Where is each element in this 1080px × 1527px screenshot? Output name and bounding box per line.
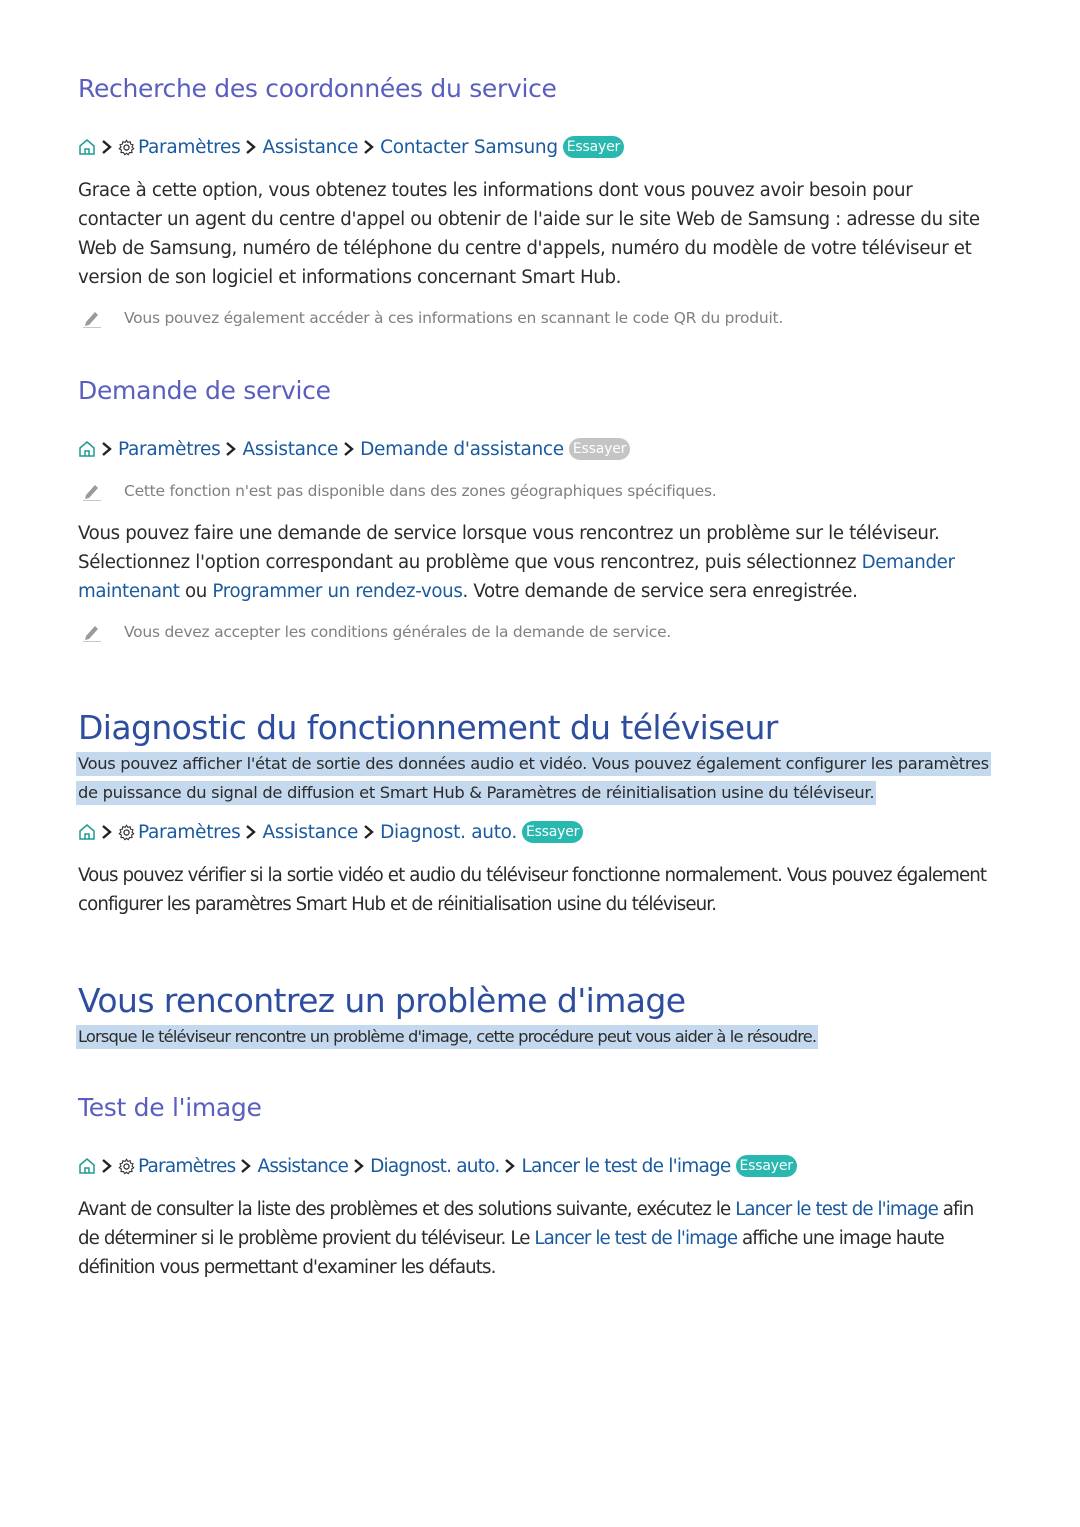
gear-icon [118,823,135,841]
body-text: Vous pouvez faire une demande de service… [78,523,940,573]
breadcrumb-item[interactable]: Paramètres [138,822,241,843]
picture-test-body: Avant de consulter la liste des problème… [78,1195,998,1282]
breadcrumb-item[interactable]: Paramètres [138,1156,236,1177]
breadcrumb-item[interactable]: Assistance [242,439,338,460]
home-icon[interactable] [78,1157,96,1175]
gear-icon [118,138,135,156]
breadcrumb-item[interactable]: Assistance [262,822,358,843]
chevron-right-icon [502,1158,518,1174]
pencil-icon [78,481,124,501]
contact-body: Grace à cette option, vous obtenez toute… [78,180,980,288]
try-button[interactable]: Essayer [735,1155,797,1177]
chevron-right-icon [99,139,115,155]
chevron-right-icon [243,824,259,840]
link-lancer-test-image[interactable]: Lancer le test de l'image [534,1228,738,1249]
highlight-picture-problem: Lorsque le téléviseur rencontre un probl… [76,1025,819,1054]
page-title-diagnostic: Diagnostic du fonctionnement du télévise… [78,708,778,747]
breadcrumb-service-request: Paramètres Assistance Demande d'assistan… [78,438,631,460]
breadcrumb-contact: Paramètres Assistance Contacter Samsung … [78,136,625,158]
highlight-line: Vous pouvez afficher l'état de sortie de… [76,752,991,776]
note-contact: Vous pouvez également accéder à ces info… [78,308,783,328]
link-programmer-rendez-vous[interactable]: Programmer un rendez-vous [212,581,462,602]
diagnostic-body: Vous pouvez vérifier si la sortie vidéo … [78,865,987,915]
breadcrumb-item[interactable]: Contacter Samsung [380,137,558,158]
body-text: Avant de consulter la liste des problème… [78,1199,736,1220]
gear-icon [118,1157,135,1175]
note-text: Vous pouvez également accéder à ces info… [124,309,784,327]
highlight-line: de puissance du signal de diffusion et S… [76,781,877,805]
pencil-icon [78,622,124,642]
section-heading-contact: Recherche des coordonnées du service [78,74,557,103]
chevron-right-icon [361,824,377,840]
chevron-right-icon [99,824,115,840]
page-title-picture-problem: Vous rencontrez un problème d'image [78,981,686,1020]
breadcrumb-item[interactable]: Diagnost. auto. [370,1156,500,1177]
try-button[interactable]: Essayer [562,136,625,158]
service-request-body: Vous pouvez faire une demande de service… [78,519,998,606]
try-button-disabled: Essayer [568,438,631,460]
section-heading-picture-test: Test de l'image [78,1093,262,1122]
breadcrumb-item[interactable]: Paramètres [118,439,221,460]
chevron-right-icon [341,441,357,457]
breadcrumb-diagnostic: Paramètres Assistance Diagnost. auto. Es… [78,821,584,843]
chevron-right-icon [223,441,239,457]
breadcrumb-item[interactable]: Assistance [257,1156,348,1177]
breadcrumb-item[interactable]: Diagnost. auto. [380,822,517,843]
body-text: ou [179,581,213,602]
section-heading-service-request: Demande de service [78,376,331,405]
body-text: . Votre demande de service sera enregist… [462,581,858,602]
note-text: Cette fonction n'est pas disponible dans… [124,482,717,500]
breadcrumb-item[interactable]: Lancer le test de l'image [521,1156,731,1177]
chevron-right-icon [361,139,377,155]
chevron-right-icon [238,1158,254,1174]
breadcrumb-item[interactable]: Paramètres [138,137,241,158]
try-button[interactable]: Essayer [521,821,584,843]
chevron-right-icon [351,1158,367,1174]
note-service-availability: Cette fonction n'est pas disponible dans… [78,481,717,501]
breadcrumb-item[interactable]: Demande d'assistance [360,439,564,460]
pencil-icon [78,308,124,328]
home-icon[interactable] [78,138,96,156]
home-icon[interactable] [78,823,96,841]
chevron-right-icon [99,441,115,457]
breadcrumb-item[interactable]: Assistance [262,137,358,158]
chevron-right-icon [243,139,259,155]
note-text: Vous devez accepter les conditions génér… [124,623,672,641]
note-service-terms: Vous devez accepter les conditions génér… [78,622,671,642]
breadcrumb-picture-test: Paramètres Assistance Diagnost. auto. La… [78,1155,797,1177]
link-lancer-test-image[interactable]: Lancer le test de l'image [735,1199,939,1220]
chevron-right-icon [99,1158,115,1174]
home-icon[interactable] [78,440,96,458]
highlight-diagnostic: Vous pouvez afficher l'état de sortie de… [76,752,991,810]
highlight-line: Lorsque le téléviseur rencontre un probl… [76,1025,819,1049]
